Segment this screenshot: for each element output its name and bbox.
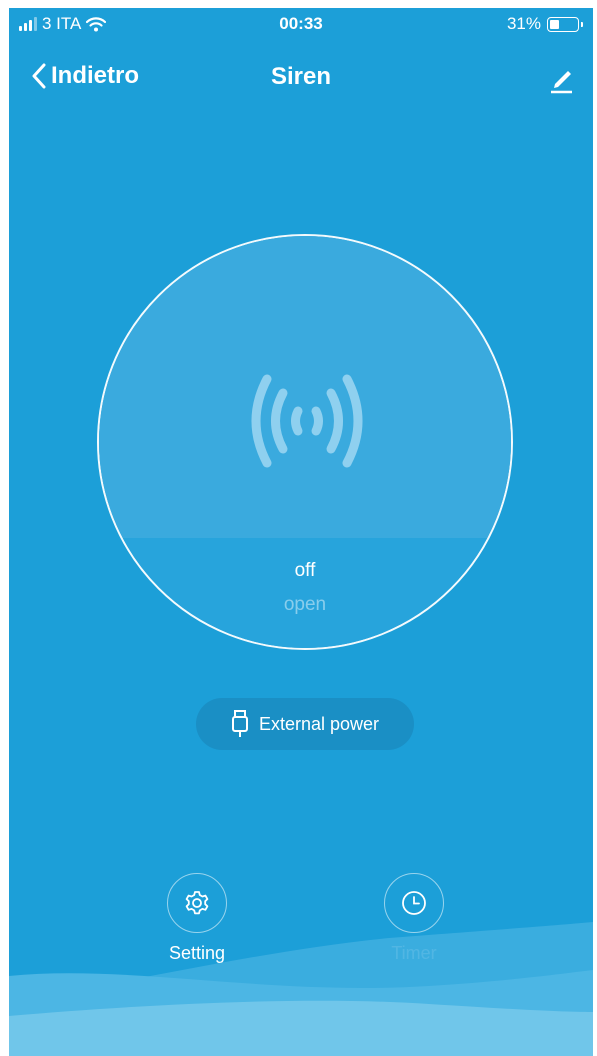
- siren-state-label: off: [294, 560, 316, 581]
- timer-button[interactable]: Timer: [359, 873, 469, 964]
- pencil-icon[interactable]: [545, 62, 577, 94]
- battery-icon: [547, 16, 583, 32]
- status-time: 00:33: [279, 14, 323, 33]
- battery-level: [550, 19, 560, 29]
- navigation-bar: Indietro Siren: [9, 58, 593, 98]
- siren-toggle-circle[interactable]: off open: [97, 234, 513, 650]
- setting-icon-ring: [167, 873, 227, 933]
- usb-plug-icon: [231, 710, 248, 737]
- gear-icon: [185, 891, 209, 915]
- siren-action-label: open: [283, 594, 327, 615]
- power-source-badge: External power: [196, 698, 414, 750]
- status-bar: 3 ITA 00:33 31%: [9, 8, 593, 38]
- setting-button[interactable]: Setting: [142, 873, 252, 964]
- timer-label: Timer: [391, 943, 437, 963]
- status-right: 31%: [506, 14, 583, 34]
- page-title: Siren: [270, 63, 332, 90]
- siren-waves-icon: [251, 374, 363, 468]
- timer-icon-ring: [384, 873, 444, 933]
- decorative-waves: [9, 922, 593, 1056]
- power-source-label: External power: [258, 713, 380, 734]
- battery-percent: 31%: [506, 14, 541, 33]
- clock-icon: [402, 891, 426, 915]
- app-screen: 3 ITA 00:33 31% Indietro Siren off open …: [9, 8, 593, 1056]
- setting-label: Setting: [168, 943, 226, 963]
